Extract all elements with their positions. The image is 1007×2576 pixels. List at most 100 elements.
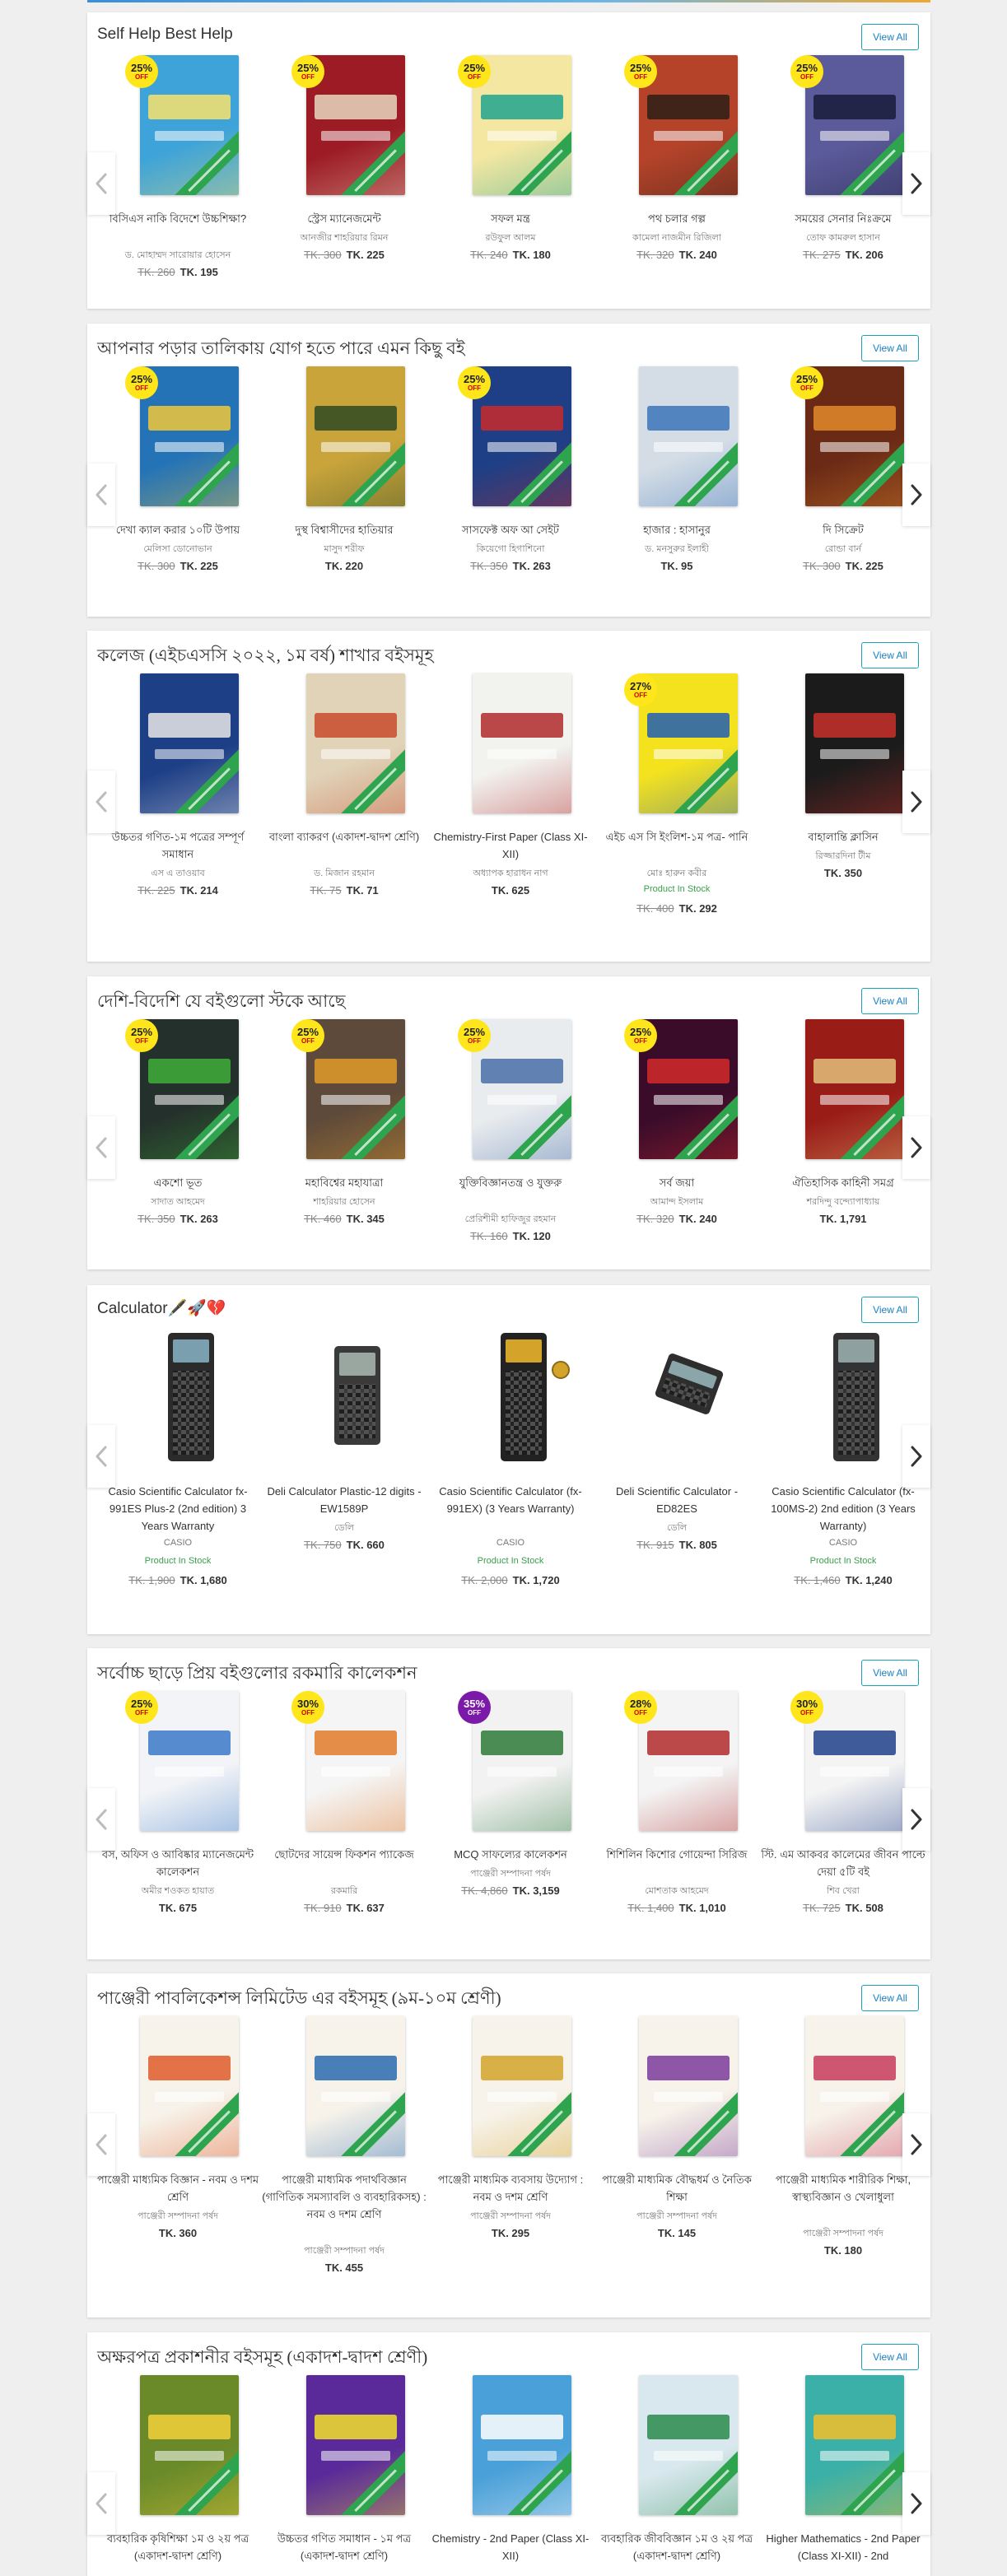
product-card[interactable]: 25% OFF স্ট্রেস ম্যানেজমেন্ট আনজীর শাহরিয়া…	[262, 55, 427, 309]
view-all-button[interactable]: View All	[861, 24, 919, 50]
product-name[interactable]: Casio Scientific Calculator fx-991ES Plu…	[96, 1483, 260, 1535]
product-author[interactable]: পাঞ্জেরী সম্পাদনা পর্ষদ	[96, 2209, 260, 2224]
product-card[interactable]: পাঞ্জেরী মাধ্যমিক শারীরিক শিক্ষা, স্বাস্…	[761, 2016, 925, 2317]
book-cover[interactable]	[140, 2375, 239, 2515]
product-author[interactable]: পাঞ্জেরী সম্পাদনা পর্ষদ	[761, 2226, 925, 2242]
view-all-button[interactable]: View All	[861, 642, 919, 668]
product-name[interactable]: শিশিলিন কিশোর গোয়েন্দা সিরিজ	[594, 1846, 759, 1863]
carousel-next-button[interactable]	[902, 152, 930, 215]
product-name[interactable]: দি সিক্রেট	[761, 521, 925, 538]
product-name[interactable]: দুস্থ বিশ্বাসীদের হাতিয়ার	[262, 521, 427, 538]
product-name[interactable]: স্ট্রেস ম্যানেজমেন্ট	[262, 210, 427, 227]
product-author[interactable]: পাঞ্জেরী সম্পাদনা পর্ষদ	[262, 2243, 427, 2259]
product-name[interactable]: স্টি. এম আকবর কালেমের জীবন পাল্টে দেয়া …	[761, 1846, 925, 1880]
book-cover[interactable]	[473, 2016, 571, 2156]
product-author[interactable]: আনজীর শাহরিয়ার রিমন	[262, 231, 427, 246]
product-card[interactable]: পাঞ্জেরী মাধ্যমিক বৌদ্ধধর্ম ও নৈতিক শিক্…	[594, 2016, 759, 2317]
product-name[interactable]: যুক্তিবিজ্ঞানতন্ত্র ও যুক্তরু	[428, 1174, 593, 1191]
book-cover[interactable]	[805, 2016, 904, 2156]
product-name[interactable]: পাঞ্জেরী মাধ্যমিক বিজ্ঞান - নবম ও দশম শ্…	[96, 2171, 260, 2206]
product-author[interactable]: প্রেরিশীমী হাফিজুর রহমান	[428, 1212, 593, 1227]
product-name[interactable]: এইচ এস সি ইংলিশ-১ম পত্র- পানি	[594, 828, 759, 845]
product-card[interactable]: 25% OFF বিসিএস নাকি বিদেশে উচ্চশিক্ষা? ড. ম…	[96, 55, 260, 309]
product-card[interactable]: 25% OFF সময়ের সেনার নিঃক্রমে তোফ কামরুল হা…	[761, 55, 925, 309]
product-card[interactable]: Deli Calculator Plastic-12 digits - EW15…	[262, 1328, 427, 1634]
product-author[interactable]: CASIO	[428, 1538, 593, 1548]
view-all-button[interactable]: View All	[861, 335, 919, 361]
carousel-next-button[interactable]	[902, 463, 930, 526]
product-name[interactable]: Casio Scientific Calculator (fx-100MS-2)…	[761, 1483, 925, 1535]
product-author[interactable]: এস এ তাওয়াব	[96, 866, 260, 882]
book-cover[interactable]	[639, 2016, 738, 2156]
product-author[interactable]: ড. মনসুরুর ইলাহী	[594, 542, 759, 557]
product-card[interactable]: পাঞ্জেরী মাধ্যমিক বিজ্ঞান - নবম ও দশম শ্…	[96, 2016, 260, 2317]
product-card[interactable]: Casio Scientific Calculator (fx-100MS-2)…	[761, 1328, 925, 1634]
product-name[interactable]: ছোটদের সায়েন্স ফিকশন প্যাকেজ	[262, 1846, 427, 1863]
product-image[interactable]	[306, 1328, 405, 1468]
book-cover[interactable]	[473, 2375, 571, 2515]
carousel-prev-button[interactable]	[87, 2472, 115, 2535]
product-author[interactable]: শরদিন্দু বন্দ্যোপাধ্যায়	[761, 1195, 925, 1210]
product-author[interactable]: ড. মিজান রহমান	[262, 866, 427, 882]
carousel-prev-button[interactable]	[87, 1116, 115, 1179]
carousel-prev-button[interactable]	[87, 2113, 115, 2176]
product-card[interactable]: 25% OFF একশো ভূত সাদাত আহমেদ TK. 350 TK. 263	[96, 1019, 260, 1269]
book-cover[interactable]	[639, 2375, 738, 2515]
product-card[interactable]: Casio Scientific Calculator fx-991ES Plu…	[96, 1328, 260, 1634]
product-author[interactable]: মোশতাক আহমেদ	[594, 1884, 759, 1899]
product-author[interactable]: রোন্ডা বার্ন	[761, 542, 925, 557]
product-image[interactable]	[639, 1328, 738, 1468]
product-card[interactable]: 25% OFF যুক্তিবিজ্ঞানতন্ত্র ও যুক্তরু প্রের…	[428, 1019, 593, 1269]
product-author[interactable]: পাঞ্জেরী সম্পাদনা পর্ষদ	[428, 2209, 593, 2224]
product-name[interactable]: সময়ের সেনার নিঃক্রমে	[761, 210, 925, 227]
product-name[interactable]: বস, অফিস ও আবিষ্কার ম্যানেজমেন্ট কালেকশন	[96, 1846, 260, 1880]
product-author[interactable]: CASIO	[761, 1538, 925, 1548]
product-card[interactable]: Deli Scientific Calculator - ED82ES ডেলি T…	[594, 1328, 759, 1634]
product-card[interactable]: 25% OFF দি সিক্রেট রোন্ডা বার্ন TK. 300 TK. 2…	[761, 366, 925, 617]
product-card[interactable]: 25% OFF পথ চলার গল্প কামেলা নাজমীন রিজিলা TK…	[594, 55, 759, 309]
product-author[interactable]: রিজ্জারদিনা টীম	[761, 849, 925, 864]
product-author[interactable]: রকমারি	[262, 1884, 427, 1899]
carousel-prev-button[interactable]	[87, 771, 115, 833]
product-name[interactable]: বিসিএস নাকি বিদেশে উচ্চশিক্ষা?	[96, 210, 260, 227]
product-card[interactable]: পাঞ্জেরী মাধ্যমিক পদার্থবিজ্ঞান (গাণিতিক…	[262, 2016, 427, 2317]
product-author[interactable]: মোঃ হারুন কবীর	[594, 866, 759, 882]
product-name[interactable]: উচ্চতর গণিত সমাধান - ১ম পত্র (একাদশ-দ্বা…	[262, 2530, 427, 2564]
product-card[interactable]: বাংলা ব্যাকরণ (একাদশ-দ্বাদশ শ্রেণি) ড. মি…	[262, 673, 427, 962]
product-image[interactable]	[140, 1328, 239, 1468]
product-name[interactable]: সফল মন্ত্র	[428, 210, 593, 227]
book-cover[interactable]	[306, 2016, 405, 2156]
carousel-next-button[interactable]	[902, 2113, 930, 2176]
book-cover[interactable]	[306, 673, 405, 813]
book-cover[interactable]	[805, 673, 904, 813]
product-author[interactable]: অমীর শওকত হায়াত	[96, 1884, 260, 1899]
product-author[interactable]: মাসুদ শরীফ	[262, 542, 427, 557]
carousel-next-button[interactable]	[902, 1116, 930, 1179]
product-card[interactable]: হাজার : হাসানুর ড. মনসুরুর ইলাহী TK. 95	[594, 366, 759, 617]
product-name[interactable]: Deli Scientific Calculator - ED82ES	[594, 1483, 759, 1517]
product-card[interactable]: 25% OFF সফল মন্ত্র রউফুল আলম TK. 240 TK. 180	[428, 55, 593, 309]
product-image[interactable]	[805, 1328, 904, 1468]
carousel-next-button[interactable]	[902, 771, 930, 833]
product-card[interactable]: বাহালান্তি ক্লাসিন রিজ্জারদিনা টীম TK. 350	[761, 673, 925, 962]
product-author[interactable]: পাঞ্জেরী সম্পাদনা পর্ষদ	[594, 2209, 759, 2224]
product-name[interactable]: সাসফেক্ট অফ আ সেইট	[428, 521, 593, 538]
product-card[interactable]: Chemistry-First Paper (Class XI-XII) অধ্য…	[428, 673, 593, 962]
product-name[interactable]: পাঞ্জেরী মাধ্যমিক বৌদ্ধধর্ম ও নৈতিক শিক্…	[594, 2171, 759, 2206]
product-name[interactable]: বাহালান্তি ক্লাসিন	[761, 828, 925, 845]
product-name[interactable]: ব্যবহারিক জীববিজ্ঞান ১ম ও ২য় পত্র (একাদ…	[594, 2530, 759, 2564]
book-cover[interactable]	[473, 673, 571, 813]
product-author[interactable]: CASIO	[96, 1538, 260, 1548]
product-author[interactable]: আমান্দ ইসলাম	[594, 1195, 759, 1210]
product-card[interactable]: Higher Mathematics - 2nd Paper (Class XI…	[761, 2375, 925, 2576]
carousel-prev-button[interactable]	[87, 1788, 115, 1851]
book-cover[interactable]	[140, 673, 239, 813]
product-card[interactable]: ব্যবহারিক জীববিজ্ঞান ১ম ও ২য় পত্র (একাদ…	[594, 2375, 759, 2576]
book-cover[interactable]	[140, 2016, 239, 2156]
product-name[interactable]: দেখা ক্যাল করার ১০টি উপায়	[96, 521, 260, 538]
product-author[interactable]: ড. মোহাম্মদ সারোয়ার হোসেন	[96, 248, 260, 263]
product-name[interactable]: উচ্চতর গণিত-১ম পত্রের সম্পূর্ণ সমাধান	[96, 828, 260, 863]
product-author[interactable]: ডেলি	[594, 1521, 759, 1536]
product-author[interactable]: কামেলা নাজমীন রিজিলা	[594, 231, 759, 246]
view-all-button[interactable]: View All	[861, 1660, 919, 1686]
